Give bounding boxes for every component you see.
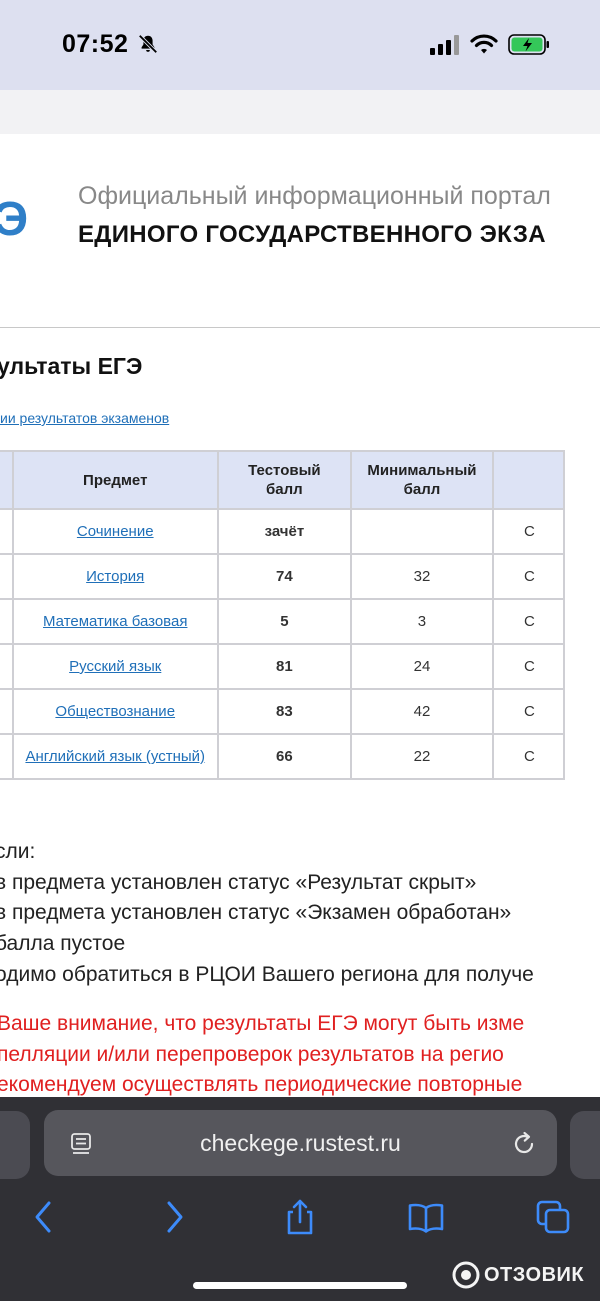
reload-icon[interactable] xyxy=(510,1130,538,1158)
table-row: Математика базовая 5 3 С xyxy=(0,598,565,645)
forward-icon[interactable] xyxy=(154,1197,194,1237)
header-cell-min-score: Минимальный балл xyxy=(349,450,495,510)
subject-cell: Сочинение xyxy=(11,508,219,555)
previous-tab-preview[interactable] xyxy=(0,1111,30,1179)
min-score-cell: 42 xyxy=(349,688,495,735)
subject-cell: Русский язык xyxy=(11,643,219,690)
next-tab-preview[interactable] xyxy=(570,1111,600,1179)
battery-charging-icon xyxy=(508,34,549,55)
warning-line: пелляции и/или перепроверок результатов … xyxy=(0,1043,504,1066)
status-time: 07:52 xyxy=(62,30,129,58)
min-score-cell: 3 xyxy=(349,598,495,645)
table-row: Обществознание 83 42 С xyxy=(0,688,565,735)
min-score-cell: 32 xyxy=(349,553,495,600)
header-cell-status xyxy=(492,450,565,510)
header-cell-subject: Предмет xyxy=(11,450,219,510)
wifi-icon xyxy=(470,34,498,54)
status-bar: 07:52 xyxy=(0,0,600,90)
subject-cell: Английский язык (устный) xyxy=(11,733,219,780)
test-score-cell: 74 xyxy=(216,553,352,600)
subject-link[interactable]: Английский язык (устный) xyxy=(25,748,205,765)
tabs-icon[interactable] xyxy=(533,1197,573,1237)
note-line: в предмета установлен статус «Результат … xyxy=(0,871,477,894)
table-row: История 74 32 С xyxy=(0,553,565,600)
portal-subtitle: Официальный информационный портал xyxy=(78,182,551,210)
min-score-cell: 22 xyxy=(349,733,495,780)
row-number-cell xyxy=(0,733,14,780)
test-score-cell: 81 xyxy=(216,643,352,690)
test-score-cell: зачёт xyxy=(216,508,352,555)
web-page: Э Официальный информационный портал ЕДИН… xyxy=(0,134,600,1110)
subject-link[interactable]: Обществознание xyxy=(55,703,175,720)
page-title: ультаты ЕГЭ xyxy=(0,353,143,379)
subject-link[interactable]: Сочинение xyxy=(77,523,154,540)
table-row: Русский язык 81 24 С xyxy=(0,643,565,690)
watermark-text: ОТЗОВИК xyxy=(484,1263,585,1286)
row-number-cell xyxy=(0,508,14,555)
table-header-row: Предмет Тестовый балл Минимальный балл xyxy=(0,450,565,510)
status-cell: С xyxy=(492,598,565,645)
test-score-cell: 5 xyxy=(216,598,352,645)
subject-link[interactable]: История xyxy=(86,568,144,585)
status-cell: С xyxy=(492,643,565,690)
share-icon[interactable] xyxy=(280,1197,320,1237)
min-score-cell: 24 xyxy=(349,643,495,690)
status-cell: С xyxy=(492,733,565,780)
min-score-cell xyxy=(349,508,495,555)
subject-link[interactable]: Математика базовая xyxy=(43,613,187,630)
row-number-cell xyxy=(0,553,14,600)
header-cell-test-score: Тестовый балл xyxy=(216,450,352,510)
note-line: балла пустое xyxy=(0,932,126,955)
otzovik-logo-icon xyxy=(452,1261,480,1289)
note-line: в предмета установлен статус «Экзамен об… xyxy=(0,901,512,924)
header-cell-number xyxy=(0,450,14,510)
results-table: Предмет Тестовый балл Минимальный балл С… xyxy=(0,450,565,780)
row-number-cell xyxy=(0,598,14,645)
note-line: сли: xyxy=(0,840,36,863)
subject-link[interactable]: Русский язык xyxy=(69,658,161,675)
url-text: checkege.rustest.ru xyxy=(200,1130,401,1156)
portal-logo: Э xyxy=(0,193,29,246)
table-row: Английский язык (устный) 66 22 С xyxy=(0,733,565,780)
subject-cell: Математика базовая xyxy=(11,598,219,645)
results-history-link[interactable]: ии результатов экзаменов xyxy=(0,410,169,426)
status-cell: С xyxy=(492,688,565,735)
portal-title: ЕДИНОГО ГОСУДАРСТВЕННОГО ЭКЗА xyxy=(78,221,546,248)
row-number-cell xyxy=(0,688,14,735)
test-score-cell: 83 xyxy=(216,688,352,735)
header-divider xyxy=(0,327,600,328)
warning-line: екомендуем осуществлять периодические по… xyxy=(0,1073,523,1096)
back-icon[interactable] xyxy=(24,1197,64,1237)
warning-line: Ваше внимание, что результаты ЕГЭ могут … xyxy=(0,1012,525,1035)
table-row: Сочинение зачёт С xyxy=(0,508,565,555)
bookmarks-icon[interactable] xyxy=(406,1197,446,1237)
status-cell: С xyxy=(492,508,565,555)
browser-toolbar: checkege.rustest.ru ОТЗОВИК xyxy=(0,1097,600,1301)
address-bar[interactable]: checkege.rustest.ru xyxy=(44,1110,557,1176)
cellular-signal-icon xyxy=(430,35,459,55)
subject-cell: Обществознание xyxy=(11,688,219,735)
otzovik-watermark: ОТЗОВИК xyxy=(452,1260,584,1290)
subject-cell: История xyxy=(11,553,219,600)
test-score-cell: 66 xyxy=(216,733,352,780)
row-number-cell xyxy=(0,643,14,690)
home-indicator xyxy=(193,1282,407,1289)
note-line: одимо обратиться в РЦОИ Вашего региона д… xyxy=(0,963,534,986)
status-cell: С xyxy=(492,553,565,600)
browser-top-spacer xyxy=(0,90,600,134)
bell-slash-icon xyxy=(138,34,158,54)
